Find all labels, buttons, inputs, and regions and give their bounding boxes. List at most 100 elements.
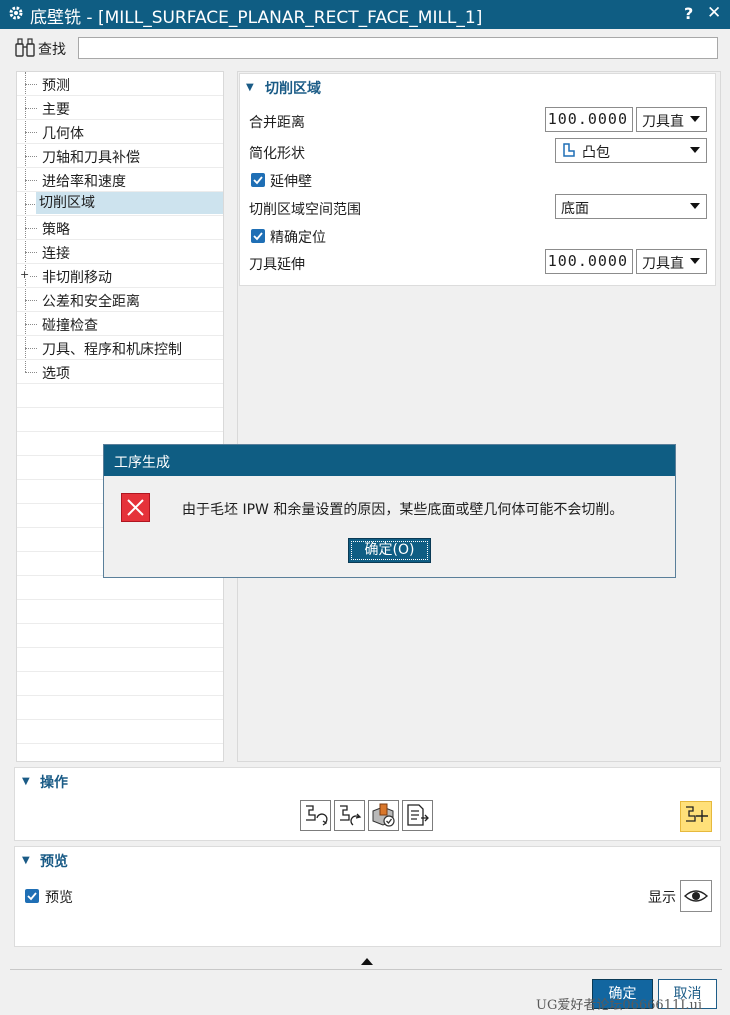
search-label: 查找: [38, 42, 66, 58]
add-operation-button[interactable]: [680, 801, 712, 832]
checkmark-icon: [253, 176, 263, 185]
chevron-down-icon: [690, 116, 700, 122]
verify-button[interactable]: [368, 800, 399, 831]
simplify-shape-dropdown[interactable]: 凸包: [555, 138, 707, 163]
help-button[interactable]: ?: [684, 4, 693, 23]
tree-item-connection[interactable]: 连接: [17, 240, 223, 264]
tree-empty-row: [17, 624, 223, 648]
show-preview-button[interactable]: [680, 880, 712, 912]
show-label: 显示: [648, 890, 676, 906]
tree-item-label: 策略: [42, 222, 70, 238]
tree-empty-row: [17, 384, 223, 408]
cut-region-title: 切削区域: [265, 81, 321, 97]
tree-item-options[interactable]: 选项: [17, 360, 223, 384]
extend-wall-label: 延伸壁: [270, 174, 312, 190]
tree-item-strategy[interactable]: 策略: [17, 216, 223, 240]
dialog-ok-button[interactable]: 确定(O): [348, 538, 431, 563]
tree-empty-row: [17, 720, 223, 744]
tree-item-tool-axis[interactable]: 刀轴和刀具补偿: [17, 144, 223, 168]
toolpath-add-icon: [686, 806, 708, 822]
collapse-up-icon[interactable]: [361, 958, 373, 965]
dropdown-value: 凸包: [582, 145, 610, 161]
collapse-caret-icon[interactable]: ▼: [246, 82, 254, 93]
search-input[interactable]: [78, 37, 718, 59]
tree-empty-row: [17, 672, 223, 696]
verify-icon: [372, 803, 395, 827]
tree-empty-row: [17, 408, 223, 432]
convex-hull-icon: [563, 143, 575, 157]
merge-distance-unit-dropdown[interactable]: 刀具直: [636, 107, 707, 132]
dropdown-value: 底面: [561, 201, 589, 217]
space-range-dropdown[interactable]: 底面: [555, 194, 707, 219]
close-button[interactable]: ✕: [707, 3, 721, 23]
window-title: 底壁铣 - [MILL_SURFACE_PLANAR_RECT_FACE_MIL…: [30, 8, 483, 28]
checkmark-icon: [27, 892, 37, 901]
list-output-button[interactable]: [402, 800, 433, 831]
dialog-title-bar: 工序生成: [104, 445, 675, 476]
dropdown-value: 刀具直: [642, 114, 684, 130]
dialog-message: 由于毛坯 IPW 和余量设置的原因，某些底面或壁几何体可能不会切削。: [182, 502, 624, 518]
navigation-tree: 预测 主要 几何体 刀轴和刀具补偿 进给率和速度 切削区域 策略 连接 + 非切削…: [16, 71, 224, 762]
title-bar: 底壁铣 - [MILL_SURFACE_PLANAR_RECT_FACE_MIL…: [0, 0, 730, 29]
replay-button[interactable]: [334, 800, 365, 831]
tool-extension-label: 刀具延伸: [249, 257, 305, 273]
tree-item-label: 碰撞检查: [42, 318, 98, 334]
tree-item-label: 非切削移动: [42, 270, 112, 286]
preview-checkbox-label: 预览: [45, 890, 73, 906]
collapse-caret-icon[interactable]: ▼: [22, 855, 30, 866]
dropdown-value: 刀具直: [642, 256, 684, 272]
tree-item-label: 进给率和速度: [42, 174, 126, 190]
replay-toolpath-icon: [340, 805, 362, 826]
tree-item-main[interactable]: 主要: [17, 96, 223, 120]
tree-item-cut-region[interactable]: 切削区域: [17, 192, 223, 216]
tree-empty-row: [17, 576, 223, 600]
precise-locate-checkbox[interactable]: [251, 229, 265, 243]
watermark: UG爱好者论坛0666611I.ui: [536, 998, 703, 1013]
tree-empty-row: [17, 648, 223, 672]
chevron-down-icon: [690, 147, 700, 153]
tree-item-feeds-speeds[interactable]: 进给率和速度: [17, 168, 223, 192]
collapse-caret-icon[interactable]: ▼: [22, 776, 30, 787]
list-output-icon: [407, 804, 429, 826]
tree-item-label: 刀轴和刀具补偿: [42, 150, 140, 166]
operations-title: 操作: [40, 775, 68, 791]
tree-item-tool-program[interactable]: 刀具、程序和机床控制: [17, 336, 223, 360]
tree-item-non-cutting[interactable]: + 非切削移动: [17, 264, 223, 288]
tree-item-forecast[interactable]: 预测: [17, 72, 223, 96]
preview-checkbox[interactable]: [25, 889, 39, 903]
tree-item-label: 公差和安全距离: [42, 294, 140, 310]
tree-item-label: 切削区域: [36, 192, 223, 214]
merge-distance-label: 合并距离: [249, 115, 305, 131]
checkmark-icon: [253, 232, 263, 241]
generate-toolpath-icon: [306, 805, 328, 826]
merge-distance-input[interactable]: 100.0000: [545, 107, 633, 132]
tool-extension-unit-dropdown[interactable]: 刀具直: [636, 249, 707, 274]
tree-item-label: 刀具、程序和机床控制: [42, 342, 182, 358]
tree-empty-row: [17, 696, 223, 720]
chevron-down-icon: [690, 203, 700, 209]
tree-item-label: 预测: [42, 78, 70, 94]
binoculars-icon: [15, 38, 35, 57]
extend-wall-checkbox[interactable]: [251, 173, 265, 187]
tree-item-label: 连接: [42, 246, 70, 262]
space-range-label: 切削区域空间范围: [249, 202, 361, 218]
tree-item-label: 主要: [42, 102, 70, 118]
dialog-title: 工序生成: [114, 455, 170, 471]
preview-group: [14, 846, 721, 947]
footer-divider: [10, 969, 722, 970]
gear-icon: [9, 6, 23, 20]
tree-item-tolerance[interactable]: 公差和安全距离: [17, 288, 223, 312]
tree-item-label: 几何体: [42, 126, 84, 142]
simplify-shape-label: 简化形状: [249, 146, 305, 162]
precise-locate-label: 精确定位: [270, 230, 326, 246]
eye-icon: [683, 890, 709, 902]
operation-generation-dialog: 工序生成 由于毛坯 IPW 和余量设置的原因，某些底面或壁几何体可能不会切削。 …: [103, 444, 676, 578]
preview-title: 预览: [40, 854, 68, 870]
tree-item-collision[interactable]: 碰撞检查: [17, 312, 223, 336]
tree-empty-row: [17, 600, 223, 624]
chevron-down-icon: [690, 258, 700, 264]
tree-item-geometry[interactable]: 几何体: [17, 120, 223, 144]
expand-icon[interactable]: +: [20, 269, 29, 280]
tool-extension-input[interactable]: 100.0000: [545, 249, 633, 274]
generate-button[interactable]: [300, 800, 331, 831]
